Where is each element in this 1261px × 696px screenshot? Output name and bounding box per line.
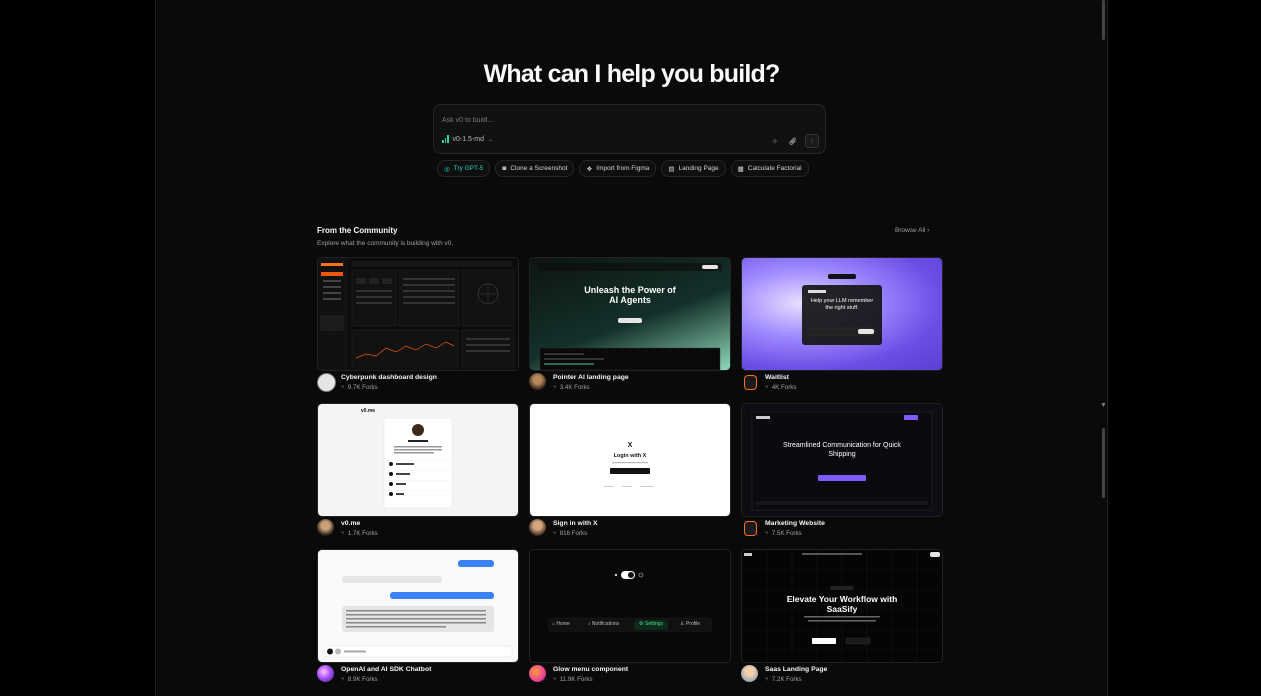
fork-icon: ⑂ [553,530,557,537]
card-meta: Pointer AI landing page ⑂ 3.4K Forks [529,373,729,393]
avatar [744,521,757,536]
card-thumbnail[interactable]: v0.me [317,403,519,517]
card-thumbnail[interactable]: Unleash the Power of AI Agents [529,257,731,371]
avatar [317,373,336,392]
card-thumbnail[interactable]: Elevate Your Workflow with SaaSify [741,549,943,663]
suggestion-chips: ◎ Try GPT-5 ◙ Clone a Screenshot ❖ Import f… [437,160,809,177]
page-title: What can I help you build? [483,60,781,88]
figma-icon: ❖ [586,165,593,173]
card-thumbnail[interactable] [317,549,519,663]
browse-all-link[interactable]: Browse All › [895,227,929,234]
chip-clone-screenshot[interactable]: ◙ Clone a Screenshot [495,160,575,177]
send-button[interactable]: ↑ [805,134,819,148]
chip-try-gpt5[interactable]: ◎ Try GPT-5 [437,160,491,177]
layout-icon: ▤ [668,165,675,173]
model-selector[interactable]: v0-1.5-md ⌄ [442,135,493,143]
menu-item-home: ⌂ Home [552,621,570,627]
community-title: From the Community [317,226,398,235]
card-forks: ⑂ 9.7K Forks [341,384,378,391]
card-meta: Sign in with X ⑂ 816 Forks [529,519,729,539]
card-meta: Saas Landing Page ⑂ 7.2K Forks [741,665,941,685]
signal-icon [442,135,449,143]
thumb-heading: Elevate Your Workflow with SaaSify [786,594,898,614]
card-meta: Glow menu component ⑂ 11.9K Forks [529,665,729,685]
card-meta: Cyberpunk dashboard design ⑂ 9.7K Forks [317,373,517,393]
avatar [529,665,546,682]
fork-icon: ⑂ [765,530,769,537]
main-panel: What can I help you build? v0-1.5-md ⌄ ✧… [155,0,1108,696]
prompt-actions: ✧ ↑ [769,134,819,148]
sparkle-icon: ◎ [444,165,450,173]
scroll-thumb[interactable] [1102,428,1105,498]
avatar [529,519,546,536]
chip-landing-page[interactable]: ▤ Landing Page [661,160,726,177]
card-thumbnail[interactable]: Streamlined Communication for Quick Ship… [741,403,943,517]
chevron-down-icon: ⌄ [488,136,494,143]
avatar [317,665,334,682]
avatar [529,373,546,390]
card-title[interactable]: Waitlist [765,374,789,381]
card-title[interactable]: Saas Landing Page [765,666,827,673]
card-title[interactable]: Pointer AI landing page [553,374,629,381]
fork-icon: ⑂ [341,530,345,537]
community-subtitle: Explore what the community is building w… [317,240,454,247]
card-forks: ⑂ 11.9K Forks [553,676,593,683]
card-forks: ⑂ 8.9K Forks [341,676,378,683]
scrollbar[interactable]: ▼ [1099,0,1107,696]
camera-icon: ◙ [502,165,507,172]
scroll-thumb-top[interactable] [1102,0,1105,40]
menu-item-settings: ⚙ Settings [639,621,663,627]
card-forks: ⑂ 3.4K Forks [553,384,590,391]
card-forks: ⑂ 4K Forks [765,384,797,391]
fork-icon: ⑂ [341,384,345,391]
prompt-input[interactable] [440,112,774,128]
avatar [741,665,758,682]
thumb-heading: Streamlined Communication for Quick Ship… [783,442,901,458]
card-meta: OpenAI and AI SDK Chatbot ⑂ 8.9K Forks [317,665,517,685]
thumb-heading: Help your LLM remember the right stuff. [810,298,874,311]
card-title[interactable]: Sign in with X [553,520,598,527]
card-title[interactable]: Glow menu component [553,666,628,673]
avatar [744,375,757,390]
avatar [317,519,334,536]
fork-icon: ⑂ [765,676,769,683]
prompt-box: v0-1.5-md ⌄ ✧ ↑ [433,104,826,154]
card-meta: Waitlist ⑂ 4K Forks [741,373,941,393]
fork-icon: ⑂ [765,384,769,391]
card-thumbnail[interactable]: Help your LLM remember the right stuff. [741,257,943,371]
model-label: v0-1.5-md [452,135,485,143]
enhance-icon[interactable]: ✧ [769,135,781,147]
paperclip-icon[interactable] [787,135,799,147]
calculator-icon: ▦ [737,165,744,173]
card-thumbnail[interactable]: ⌂ Home ♪ Notifications ⚙ Settings ♙ Prof… [529,549,731,663]
card-title[interactable]: OpenAI and AI SDK Chatbot [341,666,431,673]
fork-icon: ⑂ [553,676,557,683]
card-title[interactable]: Marketing Website [765,520,825,527]
menu-item-notifications: ♪ Notifications [588,621,620,627]
card-thumbnail[interactable] [317,257,519,371]
card-meta: Marketing Website ⑂ 7.5K Forks [741,519,941,539]
thumb-heading: Unleash the Power of AI Agents [584,285,676,305]
chevron-right-icon: › [927,227,930,234]
card-forks: ⑂ 816 Forks [553,530,588,537]
card-title[interactable]: v0.me [341,520,360,527]
scroll-down-icon[interactable]: ▼ [1100,402,1107,409]
menu-item-profile: ♙ Profile [680,621,701,627]
chip-import-figma[interactable]: ❖ Import from Figma [579,160,657,177]
chip-calculate-factorial[interactable]: ▦ Calculate Factorial [730,160,809,177]
card-title[interactable]: Cyberpunk dashboard design [341,374,437,381]
fork-icon: ⑂ [553,384,557,391]
card-thumbnail[interactable]: X Login with X [529,403,731,517]
fork-icon: ⑂ [341,676,345,683]
card-forks: ⑂ 7.5K Forks [765,530,802,537]
card-forks: ⑂ 7.2K Forks [765,676,802,683]
card-meta: v0.me ⑂ 1.7K Forks [317,519,517,539]
arrow-up-icon: ↑ [810,137,814,145]
card-forks: ⑂ 1.7K Forks [341,530,378,537]
